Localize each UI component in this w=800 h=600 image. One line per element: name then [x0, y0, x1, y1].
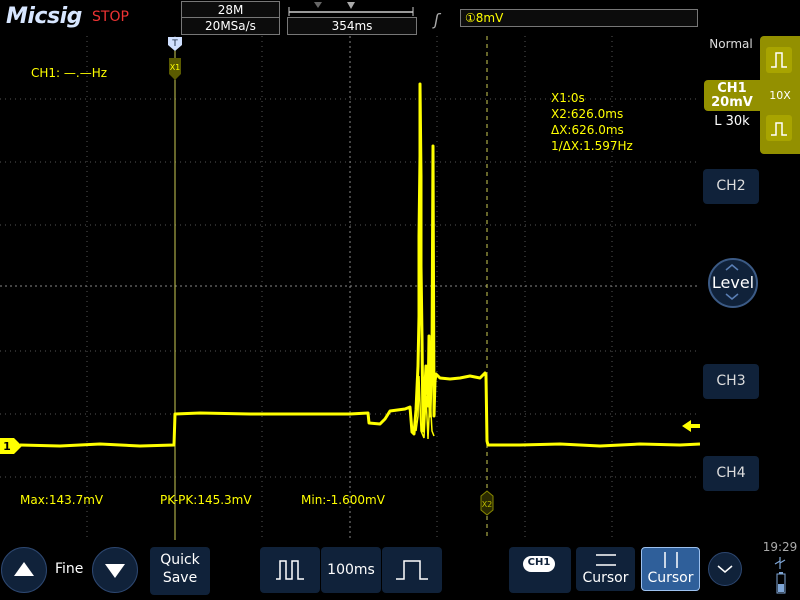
quick-save-button[interactable]: Quick Save	[150, 547, 210, 595]
cursor-delta-value: ΔX:626.0ms	[551, 123, 624, 137]
cursor-frequency-value: 1/ΔX:1.597Hz	[551, 139, 633, 153]
usb-icon	[774, 557, 786, 569]
pkpk-measurement: PK-PK:145.3mV	[160, 493, 252, 507]
cursor-x2-label: X2	[482, 500, 493, 509]
fine-down-button[interactable]	[92, 547, 138, 593]
ch1-offset-marker[interactable]: 1	[0, 437, 24, 455]
probe-ratio[interactable]: 10X	[763, 89, 797, 102]
cursor-x2-handle[interactable]: X2	[479, 490, 495, 516]
frequency-readout: CH1: —.—Hz	[31, 66, 108, 80]
horizontal-cursor-button[interactable]: Cursor	[576, 547, 635, 591]
dc-coupling-icon[interactable]	[766, 47, 792, 73]
cursor-x1-value: X1:0s	[551, 91, 585, 105]
run-stop-status[interactable]: STOP	[92, 9, 129, 25]
rising-edge-trigger-icon[interactable]: ʃ	[434, 10, 439, 29]
vertical-cursor-button[interactable]: Cursor	[641, 547, 700, 591]
clock: 19:29	[762, 540, 798, 554]
trigger-mode[interactable]: Normal	[706, 37, 756, 51]
trigger-level-arrow-icon[interactable]	[682, 418, 700, 434]
quick-save-line1: Quick	[160, 552, 200, 568]
ch1-badge-label: CH1	[527, 557, 551, 568]
horizontal-cursor-label: Cursor	[582, 570, 629, 586]
narrow-pulse-icon	[276, 560, 304, 580]
ch1-button-label: CH1	[717, 81, 747, 96]
level-chevrons-icon	[725, 264, 739, 300]
trigger-level[interactable]: ①8mV	[460, 9, 698, 27]
horizontal-position[interactable]: 354ms	[287, 17, 417, 35]
fine-label: Fine	[55, 561, 84, 577]
view-position-icon	[347, 2, 355, 9]
timebase-value[interactable]: 100ms	[321, 547, 381, 593]
timebase-decrease-button[interactable]	[260, 547, 320, 593]
ch1-bandwidth-label: L 30k	[714, 114, 750, 129]
wide-pulse-icon	[396, 560, 428, 580]
ch1-button[interactable]: CH1 20mV	[704, 80, 760, 111]
trigger-position-icon	[314, 2, 322, 8]
trigger-marker-text: T	[171, 39, 178, 49]
cursor-channel-button[interactable]: CH1	[509, 547, 571, 593]
chevron-down-icon	[717, 565, 733, 573]
cursor-x1-label: X1	[170, 63, 181, 72]
timebase-increase-button[interactable]	[382, 547, 442, 593]
horizontal-cursor-icon	[596, 554, 616, 566]
fine-up-button[interactable]	[1, 547, 47, 593]
vertical-cursor-label: Cursor	[647, 570, 694, 586]
min-measurement: Min:-1.600mV	[301, 493, 385, 507]
cursor-x2-value: X2:626.0ms	[551, 107, 624, 121]
vertical-cursor-icon	[664, 552, 678, 568]
memory-position-bar[interactable]	[287, 0, 417, 17]
battery-icon	[776, 572, 786, 594]
max-measurement: Max:143.7mV	[20, 493, 104, 507]
arrow-down-icon	[105, 564, 125, 578]
trigger-position-marker[interactable]: T X1	[167, 36, 183, 82]
ch1-offset-marker-text: 1	[3, 440, 11, 453]
ch4-button[interactable]: CH4	[703, 456, 759, 491]
ch3-button[interactable]: CH3	[703, 364, 759, 399]
collapse-menu-button[interactable]	[708, 552, 742, 586]
ch2-button[interactable]: CH2	[703, 169, 759, 204]
cursor-readout: X1:0s X2:626.0ms ΔX:626.0ms 1/ΔX:1.597Hz	[551, 90, 633, 154]
sample-rate[interactable]: 20MSa/s	[181, 17, 280, 35]
brand-logo: Micsig	[6, 4, 82, 29]
quick-save-line2: Save	[162, 570, 198, 586]
ch1-vertical-scale: 20mV	[711, 95, 753, 110]
ac-coupling-icon[interactable]	[766, 115, 792, 141]
arrow-up-icon	[14, 562, 34, 576]
